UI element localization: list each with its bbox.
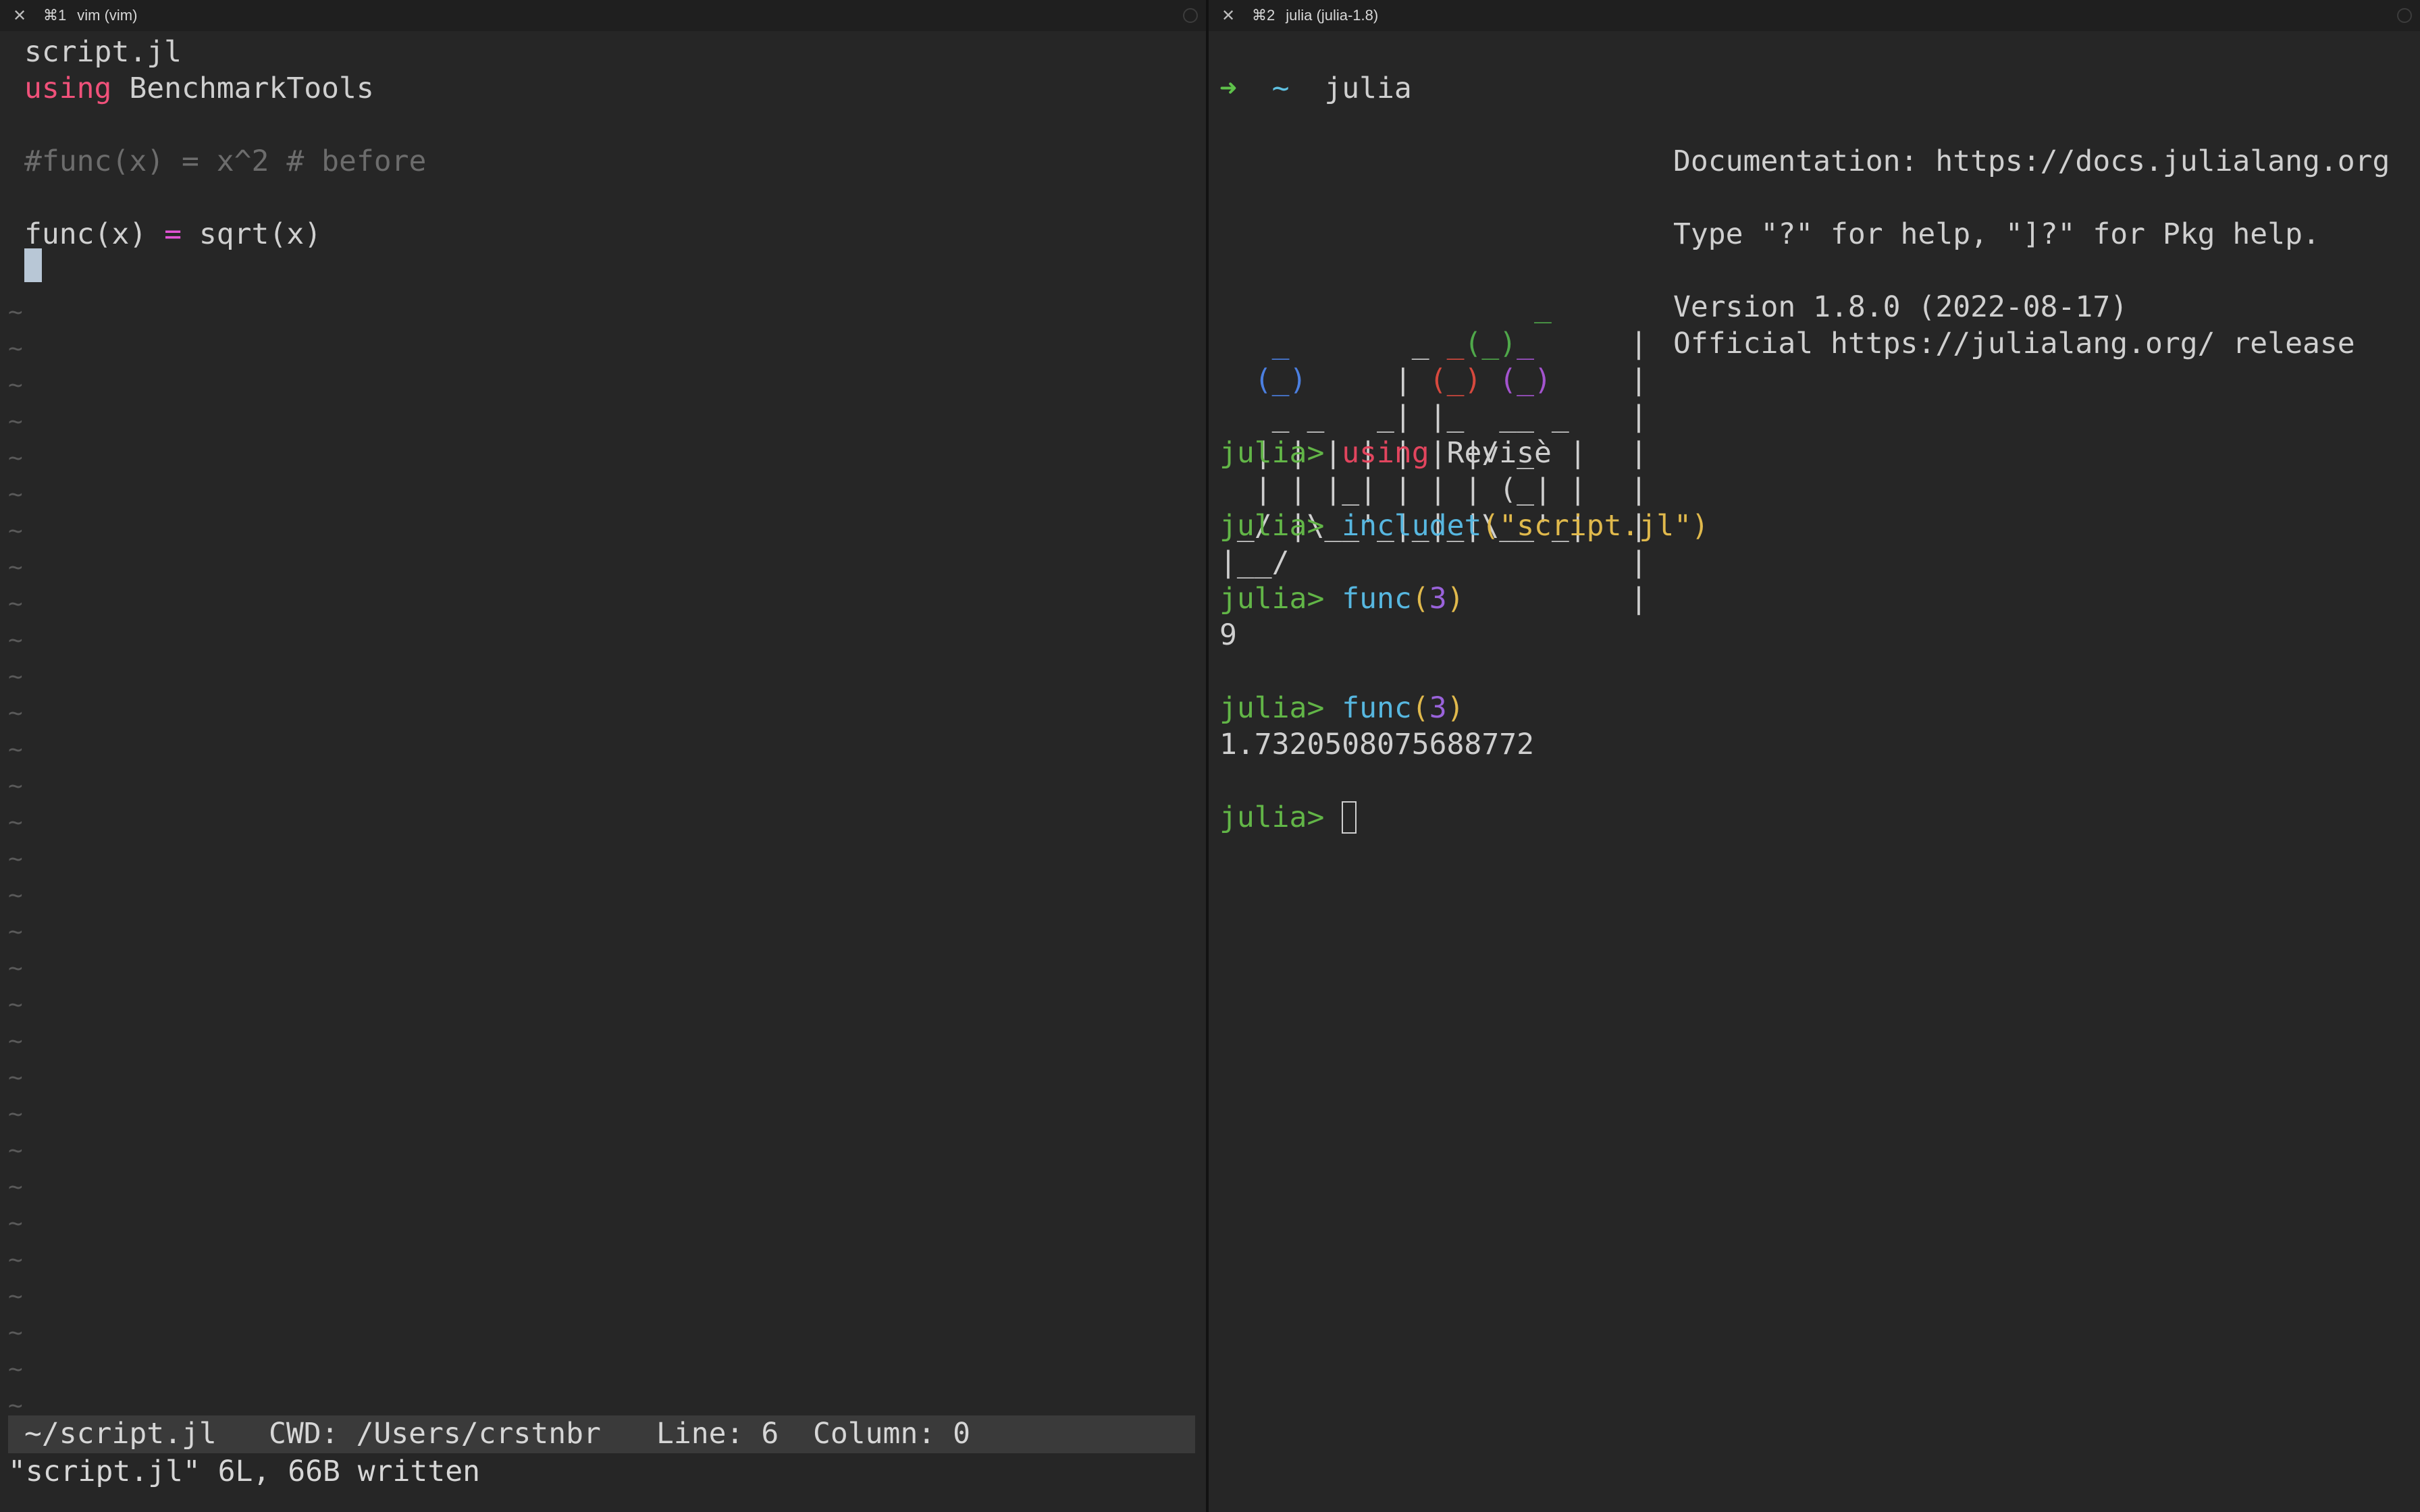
repl-active-line[interactable]: julia>	[1219, 799, 1357, 836]
editor-line-6: func(x) = sqrt(x)	[24, 216, 321, 252]
banner-separator: |	[1630, 363, 1648, 397]
shell-directory: ~	[1271, 72, 1290, 105]
repl-prompt: julia>	[1219, 509, 1325, 543]
empty-line-tilde: ~	[8, 1210, 23, 1237]
keyword: using	[1342, 436, 1429, 470]
empty-line-tilde: ~	[8, 1027, 23, 1055]
empty-line-tilde: ~	[8, 1173, 23, 1201]
banner-separator: |	[1630, 582, 1648, 616]
empty-line-tilde: ~	[8, 1355, 23, 1383]
empty-line-tilde: ~	[8, 626, 23, 654]
empty-line-tilde: ~	[8, 444, 23, 472]
code-text: BenchmarkTools	[111, 72, 374, 105]
code-text: sqrt(x)	[182, 217, 322, 251]
terminal-cursor	[1342, 801, 1357, 834]
shell-command: julia	[1324, 72, 1412, 105]
empty-line-tilde: ~	[8, 371, 23, 399]
empty-line-tilde: ~	[8, 335, 23, 362]
empty-line-tilde: ~	[8, 918, 23, 946]
keyword: using	[24, 72, 112, 105]
empty-line-tilde: ~	[8, 554, 23, 581]
empty-line-tilde: ~	[8, 517, 23, 545]
repl-output: 9	[1219, 618, 1237, 652]
status-cwd: CWD: /Users/crstnbr	[269, 1417, 601, 1451]
editor-line-4: #func(x) = x^2 # before	[24, 144, 427, 178]
function-name: includet	[1342, 509, 1482, 543]
repl-input-line: julia> includet("script.jl")	[1219, 509, 1709, 543]
empty-line-tilde: ~	[8, 954, 23, 982]
empty-line-tilde: ~	[8, 736, 23, 763]
julia-help-info: Type "?" for help, "]?" for Pkg help.	[1673, 217, 2320, 251]
vim-statusline: ~/script.jl CWD: /Users/crstnbr Line: 6 …	[8, 1415, 1195, 1453]
editor-line-1: script.jl	[24, 35, 182, 69]
function-name: func	[1342, 582, 1412, 616]
tab-shortcut: ⌘1	[43, 7, 67, 24]
string-literal: "script.jl"	[1499, 509, 1692, 543]
function-name: func	[1342, 691, 1412, 725]
status-column: Column: 0	[813, 1417, 970, 1451]
shell-prompt-line: ➜ ~ julia	[1219, 70, 1412, 107]
julia-version-info: Version 1.8.0 (2022-08-17)	[1673, 290, 2128, 324]
code-text: Revise	[1446, 436, 1552, 470]
editor-line-2: using BenchmarkTools	[24, 70, 374, 107]
tab-title: vim (vim)	[77, 7, 138, 24]
empty-line-tilde: ~	[8, 1137, 23, 1164]
empty-line-tilde: ~	[8, 408, 23, 435]
banner-separator: |	[1630, 436, 1648, 470]
banner-separator: |	[1630, 545, 1648, 579]
empty-line-tilde: ~	[8, 1319, 23, 1347]
empty-line-tilde: ~	[8, 991, 23, 1019]
julia-terminal[interactable]: ➜ ~ julia _ _ _ _(_)_ (_) | (_) (_) _ _ …	[1209, 31, 2420, 1512]
banner-separator: |	[1630, 473, 1648, 506]
empty-line-tilde: ~	[8, 809, 23, 836]
tab-status-icon	[1183, 8, 1198, 23]
julia-docs-info: Documentation: https://docs.julialang.or…	[1673, 144, 2390, 178]
banner-separator: |	[1630, 400, 1648, 433]
tab-shortcut: ⌘2	[1252, 7, 1275, 24]
repl-input-line: julia> func(3)	[1219, 691, 1465, 725]
empty-line-tilde: ~	[8, 845, 23, 873]
empty-line-tilde: ~	[8, 1246, 23, 1274]
repl-prompt: julia>	[1219, 801, 1325, 834]
close-tab-icon[interactable]: ✕	[1218, 6, 1238, 26]
repl-prompt: julia>	[1219, 691, 1325, 725]
code-text: func(x)	[24, 217, 165, 251]
operator: =	[164, 217, 182, 251]
julia-tab[interactable]: ✕ ⌘2 julia (julia-1.8)	[1209, 0, 2420, 31]
repl-output: 1.7320508075688772	[1219, 728, 1534, 761]
repl-prompt: julia>	[1219, 582, 1325, 616]
empty-line-tilde: ~	[8, 882, 23, 909]
shell-arrow-icon: ➜	[1219, 72, 1237, 105]
repl-input-line: julia> using Revise	[1219, 435, 1552, 471]
number-literal: 3	[1429, 691, 1447, 725]
close-tab-icon[interactable]: ✕	[9, 6, 30, 26]
status-line: Line: 6	[656, 1417, 779, 1451]
banner-separator: |	[1630, 327, 1648, 360]
vim-editor[interactable]: script.jl using BenchmarkTools #func(x) …	[0, 31, 1206, 1512]
empty-line-tilde: ~	[8, 590, 23, 618]
empty-line-tilde: ~	[8, 699, 23, 727]
repl-prompt: julia>	[1219, 436, 1325, 470]
editor-cursor	[24, 248, 42, 282]
tab-status-icon	[2397, 8, 2412, 23]
empty-line-tilde: ~	[8, 1282, 23, 1310]
empty-line-tilde: ~	[8, 298, 23, 326]
repl-input-line: julia> func(3)	[1219, 582, 1465, 616]
number-literal: 3	[1429, 582, 1447, 616]
julia-release-info: Official https://julialang.org/ release	[1673, 327, 2355, 360]
tab-title: julia (julia-1.8)	[1286, 7, 1379, 24]
empty-line-tilde: ~	[8, 1100, 23, 1128]
vim-command-line: "script.jl" 6L, 66B written	[8, 1455, 480, 1488]
vim-tab[interactable]: ✕ ⌘1 vim (vim)	[0, 0, 1206, 31]
empty-line-tilde: ~	[8, 772, 23, 800]
empty-line-tilde: ~	[8, 663, 23, 691]
status-file: ~/script.jl	[24, 1417, 217, 1451]
empty-line-tilde: ~	[8, 1064, 23, 1091]
empty-line-tilde: ~	[8, 481, 23, 508]
